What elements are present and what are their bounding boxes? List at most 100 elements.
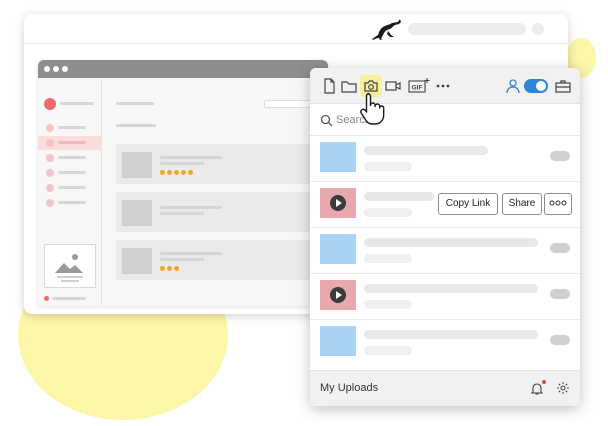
browser-toolbar [24,14,568,44]
notification-dot [542,380,546,384]
sidebar-bullet [46,124,54,132]
panel-toolbar: GIF [310,68,580,104]
app-logo [44,98,56,110]
uploads-panel: GIF Search Copy Link Share My Uploads [310,68,580,406]
card-thumb [122,152,152,178]
card-line [160,206,222,209]
card-line [160,258,204,261]
search-icon [320,114,333,127]
image-icon [55,254,83,282]
mini-search-box[interactable] [264,100,314,108]
bell-icon[interactable] [530,382,544,396]
card-line [160,252,222,255]
footer-label: My Uploads [320,382,379,394]
copy-link-button[interactable]: Copy Link [438,193,498,215]
title-placeholder [364,284,538,293]
sidebar-bullet [46,199,54,207]
row-status-pill[interactable] [550,151,570,161]
share-button[interactable]: Share [502,193,542,215]
play-icon[interactable] [330,287,346,303]
status-dot [44,296,49,301]
window-dot [62,66,68,72]
kangaroo-logo [372,19,401,40]
stage: GIF Search Copy Link Share My Uploads [0,0,608,426]
sidebar-bullet [46,139,54,147]
card-line [160,212,204,215]
content-card [116,192,328,232]
row-status-pill[interactable] [550,243,570,253]
sidebar-line [58,171,86,174]
subtitle-placeholder [364,346,412,355]
app-content [38,78,328,306]
star-icon [160,266,165,271]
row-status-pill[interactable] [550,289,570,299]
card-line [160,156,222,159]
gear-icon[interactable] [556,381,570,395]
browser-menu-dot[interactable] [532,23,544,35]
briefcase-icon[interactable] [554,77,572,95]
subtitle-placeholder [364,162,412,171]
sidebar-line [60,102,94,105]
image-placeholder [44,244,96,288]
window-dot [53,66,59,72]
panel-footer: My Uploads [310,370,580,406]
card-line [160,162,204,165]
more-icon[interactable] [434,77,452,95]
card-thumb [122,200,152,226]
star-icon [160,170,165,175]
title-placeholder [364,330,538,339]
subtitle-placeholder [364,300,412,309]
star-icon [174,266,179,271]
video-camera-icon[interactable] [384,77,402,95]
sidebar-line [58,141,86,144]
sidebar-line [58,126,86,129]
video-thumbnail[interactable] [320,280,356,310]
image-thumbnail[interactable] [320,234,356,264]
star-icon [188,170,193,175]
star-icon [181,170,186,175]
user-icon[interactable] [504,77,522,95]
address-bar[interactable] [408,23,526,35]
image-thumbnail[interactable] [320,326,356,356]
sync-toggle[interactable] [524,79,548,93]
sidebar-line [58,201,86,204]
upload-row[interactable] [310,136,580,182]
title-placeholder [364,146,488,155]
video-thumbnail[interactable] [320,188,356,218]
upload-row[interactable] [310,274,580,320]
more-options-button[interactable] [544,193,572,215]
gif-icon[interactable]: GIF [408,77,430,95]
background-app-window [38,60,328,306]
sidebar-line [52,297,86,300]
sidebar-line [58,186,86,189]
star-icon [174,170,179,175]
sidebar-bullet [46,169,54,177]
subtitle-placeholder [364,254,412,263]
sidebar-line [58,156,86,159]
sidebar-bullet [46,184,54,192]
window-dot [44,66,50,72]
app-titlebar [38,60,328,78]
title-placeholder [364,238,538,247]
sidebar-bullet [46,154,54,162]
gif-label: GIF [412,85,423,92]
card-thumb [122,248,152,274]
row-status-pill[interactable] [550,335,570,345]
folder-icon[interactable] [340,77,358,95]
star-icon [167,170,172,175]
upload-row-selected[interactable]: Copy Link Share [310,182,580,228]
upload-row[interactable] [310,320,580,366]
content-card [116,240,328,280]
play-icon[interactable] [330,195,346,211]
document-icon[interactable] [320,77,338,95]
star-icon [167,266,172,271]
image-thumbnail[interactable] [320,142,356,172]
subtitle-placeholder [364,208,412,217]
upload-row[interactable] [310,228,580,274]
content-line [116,124,156,127]
title-placeholder [364,192,434,201]
content-heading-line [116,102,154,105]
more-options-icon [549,200,567,206]
hand-cursor [360,92,385,125]
app-sidebar [38,78,102,306]
